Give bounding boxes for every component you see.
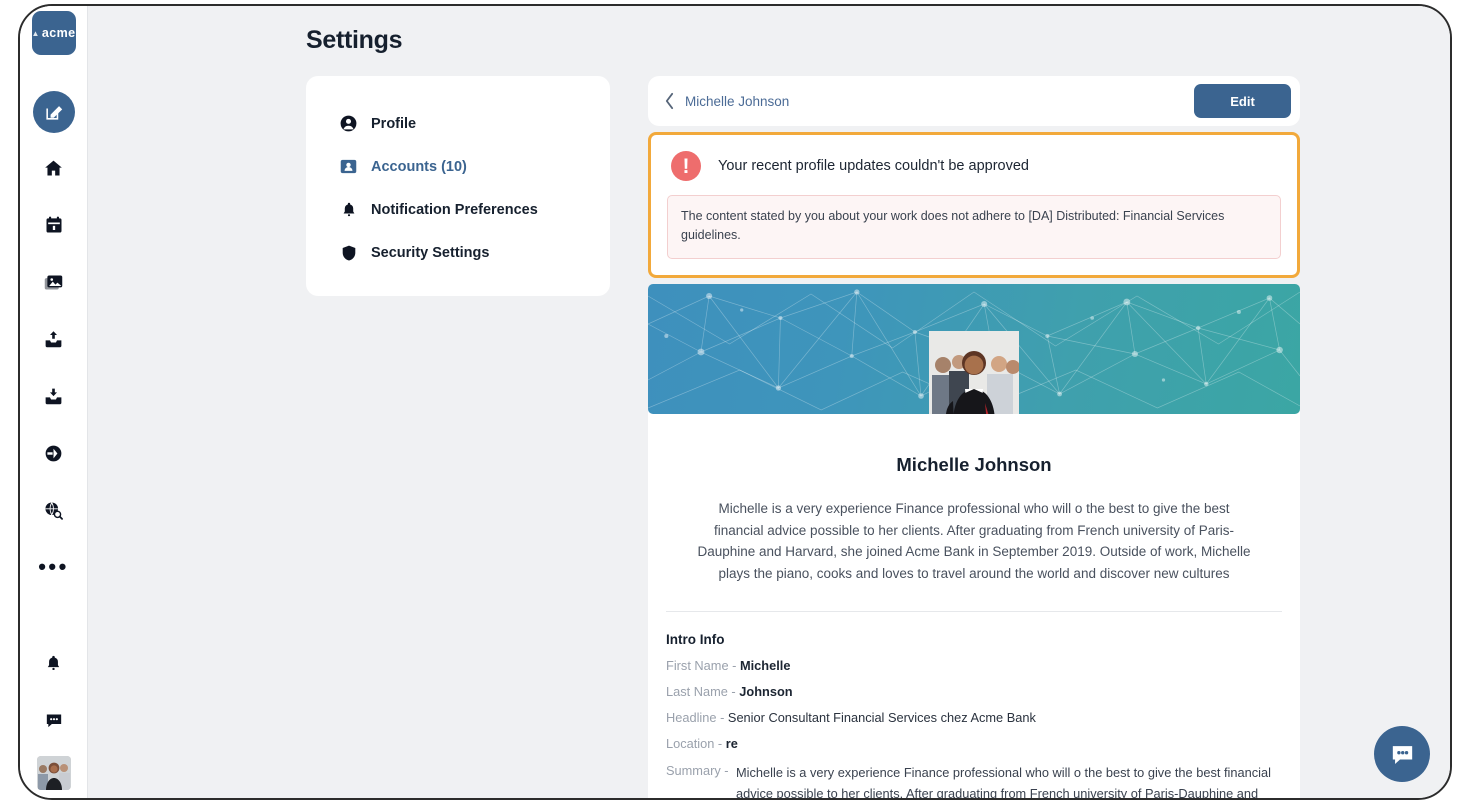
- logo-text: acme: [41, 26, 76, 40]
- info-row-headline: Headline - Senior Consultant Financial S…: [666, 710, 1282, 725]
- sidebar-item-outbox[interactable]: [32, 317, 76, 361]
- alert-top-row: ! Your recent profile updates couldn't b…: [667, 151, 1281, 181]
- person-circle-icon: [339, 114, 358, 133]
- globe-search-icon: [45, 501, 63, 520]
- menu-label-accounts: Accounts (10): [371, 158, 467, 175]
- page-title: Settings: [306, 26, 403, 54]
- compose-button[interactable]: [32, 91, 75, 133]
- info-row-first-name: First Name - Michelle: [666, 658, 1282, 673]
- bell-icon: [47, 655, 60, 670]
- more-dots-icon: •••: [38, 554, 69, 579]
- sidebar-item-home[interactable]: [32, 146, 76, 190]
- share-circle-icon: [45, 445, 62, 461]
- icon-rail: ▲ acme •••: [20, 6, 88, 798]
- calendar-icon: [46, 216, 61, 233]
- info-value-first-name: Michelle: [739, 658, 791, 674]
- sidebar-item-profile[interactable]: Profile: [306, 102, 610, 145]
- sidebar-item-accounts[interactable]: Accounts (10): [306, 145, 610, 188]
- shield-icon: [339, 243, 358, 262]
- info-label-last-name: Last Name -: [666, 684, 736, 700]
- info-label-headline: Headline -: [666, 710, 725, 726]
- logo-mark-icon: ▲: [31, 28, 40, 38]
- info-value-last-name: Johnson: [739, 684, 793, 700]
- sidebar-item-notification-preferences[interactable]: Notification Preferences: [306, 188, 610, 231]
- settings-menu-card: Profile Accounts (10) Notification Prefe…: [306, 76, 610, 296]
- intro-info-heading: Intro Info: [666, 632, 725, 648]
- info-value-headline: Senior Consultant Financial Services che…: [727, 710, 1036, 726]
- chat-bubble-icon: [1392, 745, 1412, 764]
- bell-icon: [339, 200, 358, 219]
- info-row-summary: Summary - Michelle is a very experience …: [666, 763, 1282, 798]
- profile-body-content: Michelle Johnson Michelle is a very expe…: [648, 414, 1300, 798]
- rail-bottom-group: [32, 628, 76, 798]
- info-value-location: re: [725, 736, 738, 752]
- sidebar-item-more[interactable]: •••: [32, 545, 76, 589]
- menu-label-notification-preferences: Notification Preferences: [371, 201, 538, 218]
- menu-label-profile: Profile: [371, 115, 417, 132]
- alert-title: Your recent profile updates couldn't be …: [718, 158, 1029, 174]
- info-label-summary: Summary -: [666, 763, 729, 779]
- section-divider: [666, 611, 1282, 613]
- sidebar-item-messages[interactable]: [32, 698, 76, 742]
- info-row-last-name: Last Name - Johnson: [666, 684, 1282, 699]
- inbox-download-icon: [45, 388, 62, 404]
- breadcrumb[interactable]: Michelle Johnson: [685, 94, 789, 109]
- profile-photo-image: [929, 330, 1019, 414]
- sidebar-item-security-settings[interactable]: Security Settings: [306, 231, 610, 274]
- profile-header-bar: Michelle Johnson Edit: [648, 76, 1300, 126]
- id-badge-icon: [339, 157, 358, 176]
- exclamation-circle-icon: !: [671, 151, 701, 181]
- sidebar-item-calendar[interactable]: [32, 203, 76, 247]
- profile-bio: Michelle is a very experience Finance pr…: [697, 500, 1251, 582]
- info-row-location: Location - re: [666, 736, 1282, 751]
- avatar[interactable]: [36, 756, 71, 790]
- profile-body-card: Michelle Johnson Michelle is a very expe…: [648, 283, 1300, 798]
- images-icon: [44, 275, 63, 289]
- info-label-first-name: First Name -: [666, 658, 737, 674]
- alert-detail: The content stated by you about your wor…: [667, 195, 1281, 259]
- info-label-location: Location -: [666, 736, 723, 752]
- sidebar-item-media[interactable]: [32, 260, 76, 304]
- avatar-photo: [36, 756, 71, 790]
- chevron-left-icon[interactable]: [659, 91, 679, 111]
- chat-widget-button[interactable]: [1374, 726, 1430, 782]
- chat-bubble-icon: [46, 714, 61, 728]
- sidebar-item-discover[interactable]: [32, 488, 76, 532]
- content-area: Settings Profile Accounts (10) Notificat…: [88, 6, 1450, 798]
- profile-banner: [648, 283, 1300, 414]
- home-icon: [45, 160, 62, 175]
- profile-name: Michelle Johnson: [896, 453, 1052, 475]
- app-viewport: ▲ acme ••• Settings Profile Accounts (10…: [20, 6, 1450, 798]
- compose-icon: [46, 105, 63, 120]
- moderation-alert: ! Your recent profile updates couldn't b…: [648, 132, 1300, 278]
- acme-logo[interactable]: ▲ acme: [31, 11, 76, 55]
- info-value-summary: Michelle is a very experience Finance pr…: [736, 765, 1271, 798]
- profile-pane: Michelle Johnson Edit ! Your recent prof…: [648, 76, 1300, 798]
- sidebar-item-inbox[interactable]: [32, 374, 76, 418]
- menu-label-security-settings: Security Settings: [371, 244, 490, 261]
- edit-button[interactable]: Edit: [1194, 84, 1291, 118]
- device-frame: ▲ acme ••• Settings Profile Accounts (10…: [18, 4, 1452, 800]
- sidebar-item-notifications[interactable]: [32, 641, 76, 685]
- profile-photo: [929, 330, 1019, 414]
- sidebar-item-share[interactable]: [32, 431, 76, 475]
- outbox-upload-icon: [45, 330, 62, 347]
